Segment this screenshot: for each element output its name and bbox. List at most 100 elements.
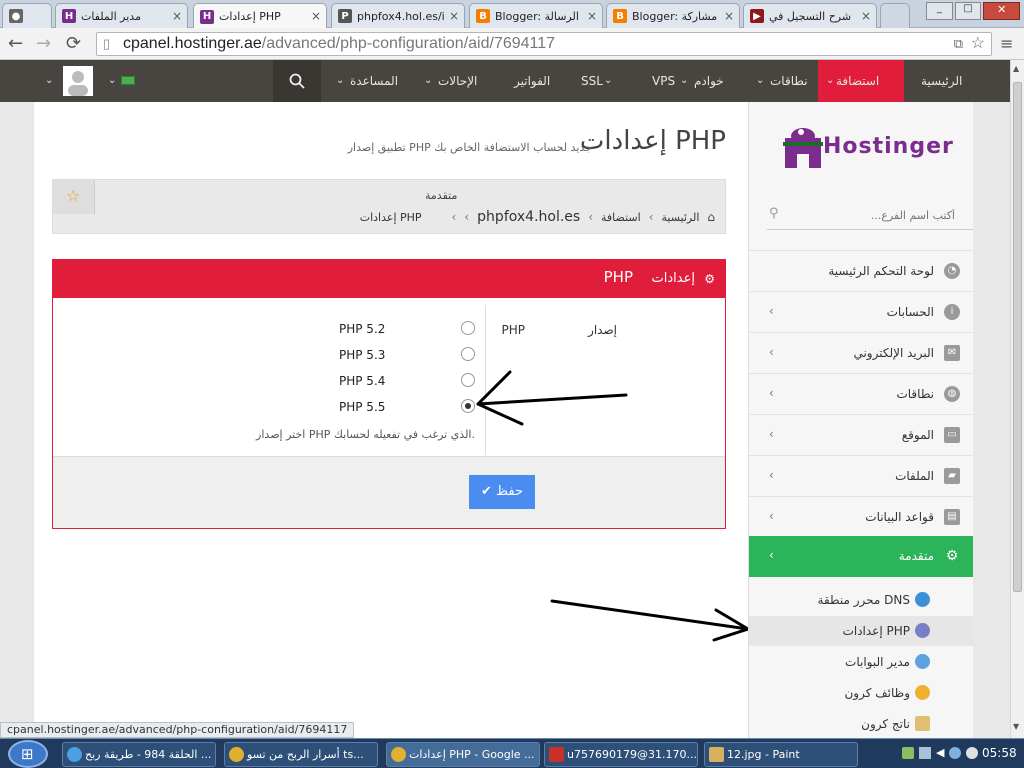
chevron-left-icon: ‹	[769, 304, 774, 318]
tab-php-settings[interactable]: H إعدادات PHP ×	[193, 3, 327, 29]
scrollbar-thumb[interactable]	[1013, 82, 1022, 592]
menu-icon[interactable]: ≡	[1000, 34, 1013, 53]
close-icon[interactable]: ×	[724, 9, 734, 23]
home-icon: ⌂	[707, 210, 715, 224]
nav-item-referrals[interactable]: الإحالات	[438, 60, 477, 102]
sidebar-search[interactable]: ⚲	[767, 202, 973, 230]
tab-blogger-message[interactable]: B Blogger: الرسالة ×	[469, 3, 603, 28]
close-icon[interactable]: ×	[861, 9, 871, 23]
tab-file-manager[interactable]: H مدير الملفات ×	[55, 3, 188, 28]
new-tab-button[interactable]	[880, 3, 910, 28]
back-icon[interactable]: ←	[8, 33, 23, 54]
tab-incognito[interactable]: ●	[2, 3, 52, 28]
address-bar[interactable]: ▯ cpanel.hostinger.ae/advanced/php-confi…	[96, 32, 992, 56]
network-icon[interactable]	[902, 747, 914, 759]
gateway-icon	[915, 654, 930, 669]
radio-php-5-4[interactable]	[461, 373, 475, 387]
sidebar-subitem-php-settings[interactable]: إعدادات PHP	[749, 616, 974, 646]
radio-php-5-5[interactable]	[461, 399, 475, 413]
browser-tab-strip: ● H مدير الملفات × H إعدادات PHP × P php…	[0, 0, 1024, 29]
radio-php-5-3[interactable]	[461, 347, 475, 361]
tab-phpfox[interactable]: P phpfox4.hol.es/i ×	[331, 3, 465, 28]
panel-title: إعدادات	[651, 271, 695, 286]
volume-icon[interactable]: ◀	[936, 747, 944, 759]
chevron-left-icon: ‹	[769, 427, 774, 441]
sidebar-item-email[interactable]: ✉ البريد الإلكتروني ‹	[749, 333, 974, 374]
sidebar-subitem-gateway-manager[interactable]: مدير البوابات	[749, 647, 974, 677]
sidebar-search-input[interactable]	[787, 204, 955, 226]
monitor-icon: ▭	[944, 427, 960, 443]
start-button[interactable]: ⊞	[8, 740, 48, 768]
field-label-php: PHP	[501, 323, 526, 337]
favorite-button[interactable]: ☆	[53, 180, 95, 214]
close-icon[interactable]: ×	[449, 9, 459, 23]
star-icon: ☆	[66, 186, 81, 205]
sidebar: Hostinger ⚲ ◔ لوحة التحكم الرئيسية i الح…	[748, 102, 974, 739]
taskbar-item-chrome-2[interactable]: إعدادات PHP - Google ...	[386, 742, 540, 767]
tab-blogger-post[interactable]: B Blogger: مشاركة ×	[606, 3, 740, 28]
dns-icon	[915, 592, 930, 607]
flag-tray-icon[interactable]	[919, 747, 931, 759]
search-button[interactable]	[273, 60, 321, 102]
reload-icon[interactable]: ⟳	[66, 33, 81, 54]
breadcrumb-home[interactable]: الرئيسية	[661, 211, 699, 224]
sidebar-item-databases[interactable]: ▤ قواعد البيانات ‹	[749, 497, 974, 538]
tray-icon[interactable]	[949, 747, 962, 759]
breadcrumb-domain[interactable]: phpfox4.hol.es	[477, 209, 580, 225]
nav-item-billing[interactable]: الفواتير	[514, 60, 550, 102]
breadcrumb-section: متقدمة	[425, 189, 458, 202]
bookmark-star-icon[interactable]: ☆	[971, 33, 985, 55]
taskbar-item-chrome-1[interactable]: أسرار الربح من تسو ts...	[224, 742, 378, 767]
sidebar-item-advanced[interactable]: ⚙ متقدمة ‹	[749, 536, 974, 577]
scroll-down-icon[interactable]: ▼	[1013, 722, 1019, 731]
nav-item-hosting[interactable]: استضافة ⌄	[818, 60, 904, 102]
maximize-icon[interactable]: □	[954, 2, 982, 20]
nav-item-home[interactable]: الرئيسية	[921, 60, 962, 102]
forward-icon[interactable]: →	[36, 33, 51, 54]
close-icon[interactable]: ×	[311, 9, 321, 23]
breadcrumb-hosting[interactable]: استضافة	[601, 211, 641, 224]
sidebar-item-website[interactable]: ▭ الموقع ‹	[749, 415, 974, 456]
save-button[interactable]: ✔ حفظ	[469, 475, 535, 509]
translate-icon[interactable]: ⧉	[954, 33, 963, 55]
nav-item-vps[interactable]: VPS	[652, 60, 675, 102]
user-menu-chevron-icon[interactable]: ⌄	[45, 60, 53, 102]
nav-item-domains[interactable]: نطاقات	[770, 60, 808, 102]
minimize-icon[interactable]: _	[926, 2, 953, 20]
windows-logo-icon: ⊞	[21, 745, 34, 763]
info-icon: i	[944, 304, 960, 320]
browser-toolbar: ← → ⟳ ▯ cpanel.hostinger.ae/advanced/php…	[0, 28, 1024, 60]
system-tray: ◀	[902, 747, 979, 759]
close-icon[interactable]: ×	[587, 9, 597, 23]
power-icon[interactable]	[966, 747, 979, 759]
nav-item-ssl[interactable]: SSL	[581, 60, 603, 102]
window-close-icon[interactable]: ✕	[983, 2, 1020, 20]
nav-item-servers[interactable]: خوادم	[694, 60, 724, 102]
clock[interactable]: 05:58	[982, 746, 1017, 760]
tab-video[interactable]: ▶ شرح التسجيل في ×	[743, 3, 877, 28]
search-icon	[289, 73, 305, 89]
nav-item-help[interactable]: المساعدة	[350, 60, 398, 102]
hostinger-logo[interactable]: Hostinger	[779, 124, 953, 176]
scroll-up-icon[interactable]: ▲	[1013, 64, 1019, 73]
close-icon[interactable]: ×	[172, 9, 182, 23]
sidebar-subitem-cron-output[interactable]: ناتج كرون	[749, 709, 974, 739]
chevron-down-icon: ⌄	[424, 75, 433, 86]
sidebar-item-accounts[interactable]: i الحسابات ‹	[749, 292, 974, 333]
globe-icon: ◍	[944, 386, 960, 402]
sidebar-subitem-cron-jobs[interactable]: وظائف كرون	[749, 678, 974, 708]
taskbar-item-filezilla[interactable]: u757690179@31.170....	[544, 742, 698, 767]
radio-php-5-2[interactable]	[461, 321, 475, 335]
chevron-down-icon: ⌄	[336, 75, 345, 86]
sidebar-item-files[interactable]: ▰ الملفات ‹	[749, 456, 974, 497]
page-left-margin	[0, 102, 34, 738]
scrollbar[interactable]: ▲ ▼	[1010, 60, 1024, 738]
sidebar-subitem-dns-editor[interactable]: محرر منطقة DNS	[749, 585, 974, 615]
chevron-left-icon: ‹	[769, 386, 774, 400]
taskbar-item-video[interactable]: الحلقة 984 - طريقة ربح ...	[62, 742, 216, 767]
avatar[interactable]	[63, 66, 93, 96]
sidebar-item-dashboard[interactable]: ◔ لوحة التحكم الرئيسية	[749, 251, 974, 292]
chevron-down-icon: ⌄	[680, 75, 689, 86]
sidebar-item-domains[interactable]: ◍ نطاقات ‹	[749, 374, 974, 415]
taskbar-item-paint[interactable]: 12.jpg - Paint	[704, 742, 858, 767]
